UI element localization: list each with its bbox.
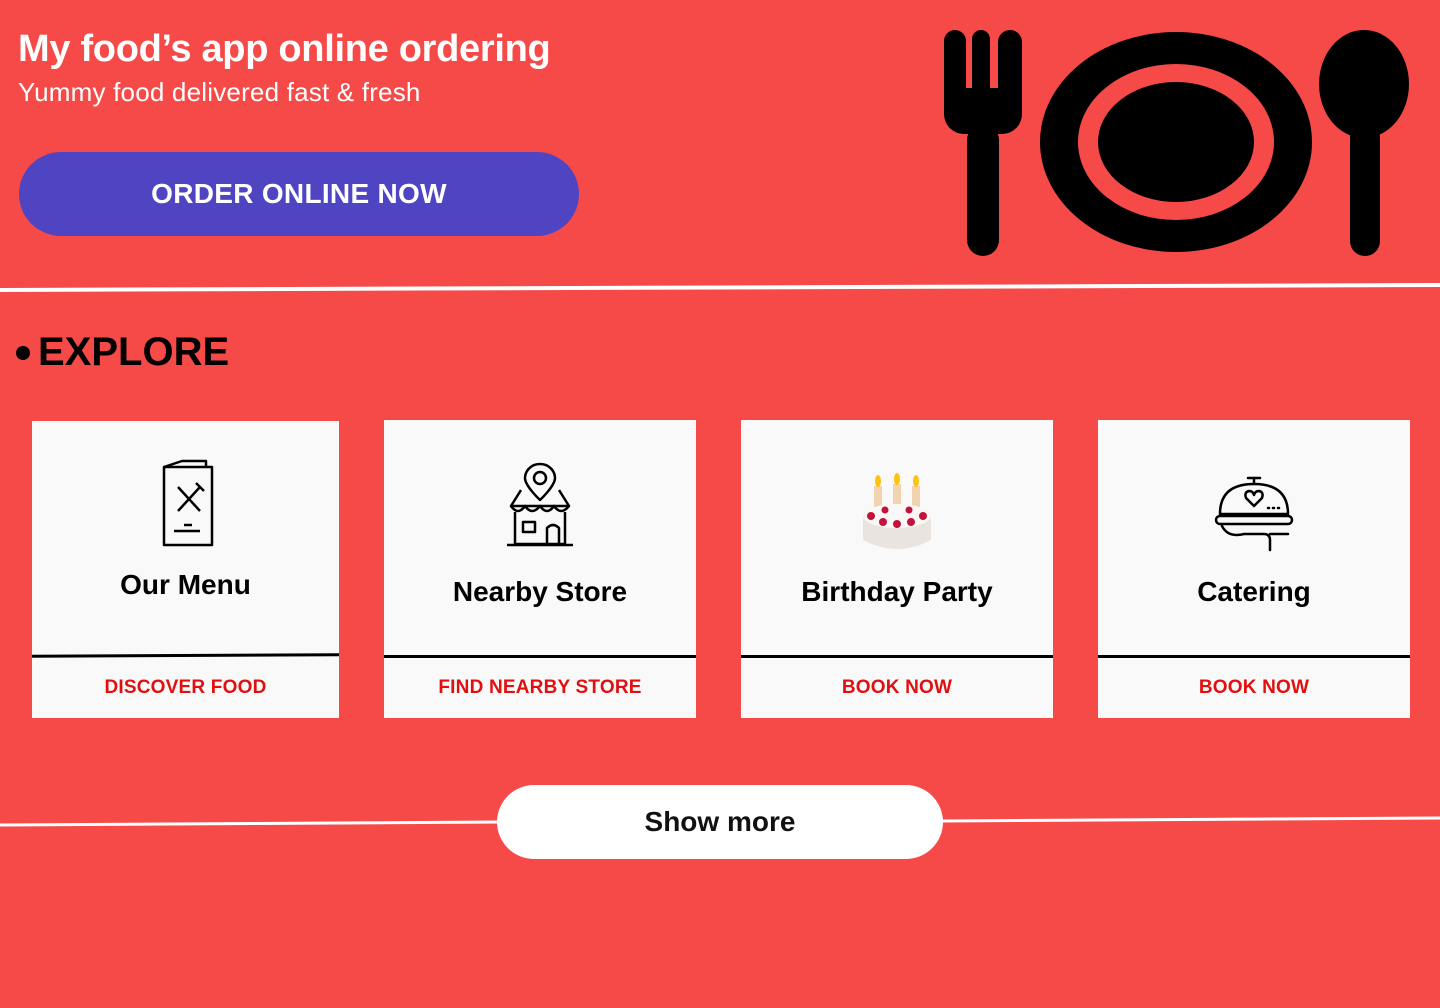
book-catering-link[interactable]: BOOK NOW [1098, 658, 1410, 718]
explore-card-our-menu[interactable]: Our Menu DISCOVER FOOD [31, 421, 340, 718]
card-title: Our Menu [120, 569, 251, 600]
show-more-button[interactable]: Show more [497, 785, 943, 859]
catering-cloche-icon [1214, 476, 1294, 552]
card-title: Birthday Party [801, 576, 993, 607]
card-title: Nearby Store [452, 576, 628, 607]
explore-card-birthday-party[interactable]: Birthday Party BOOK NOW [741, 420, 1053, 718]
discover-food-link[interactable]: DISCOVER FOOD [32, 658, 339, 718]
show-more-divider-right [939, 816, 1440, 823]
menu-book-icon [162, 459, 213, 547]
explore-heading-label: EXPLORE [38, 330, 230, 374]
explore-card-nearby-store[interactable]: Nearby Store FIND NEARBY STORE [384, 420, 696, 718]
explore-heading: EXPLORE [16, 330, 229, 375]
explore-card-catering[interactable]: Catering BOOK NOW [1098, 420, 1410, 718]
birthday-cake-icon [863, 473, 931, 549]
header-divider [0, 283, 1440, 292]
find-nearby-store-link[interactable]: FIND NEARBY STORE [384, 658, 696, 718]
book-birthday-party-link[interactable]: BOOK NOW [741, 658, 1053, 718]
show-more-divider-left [0, 820, 501, 827]
bullet-icon [16, 345, 30, 360]
card-title: Catering [1197, 576, 1311, 607]
store-location-icon [507, 462, 573, 547]
